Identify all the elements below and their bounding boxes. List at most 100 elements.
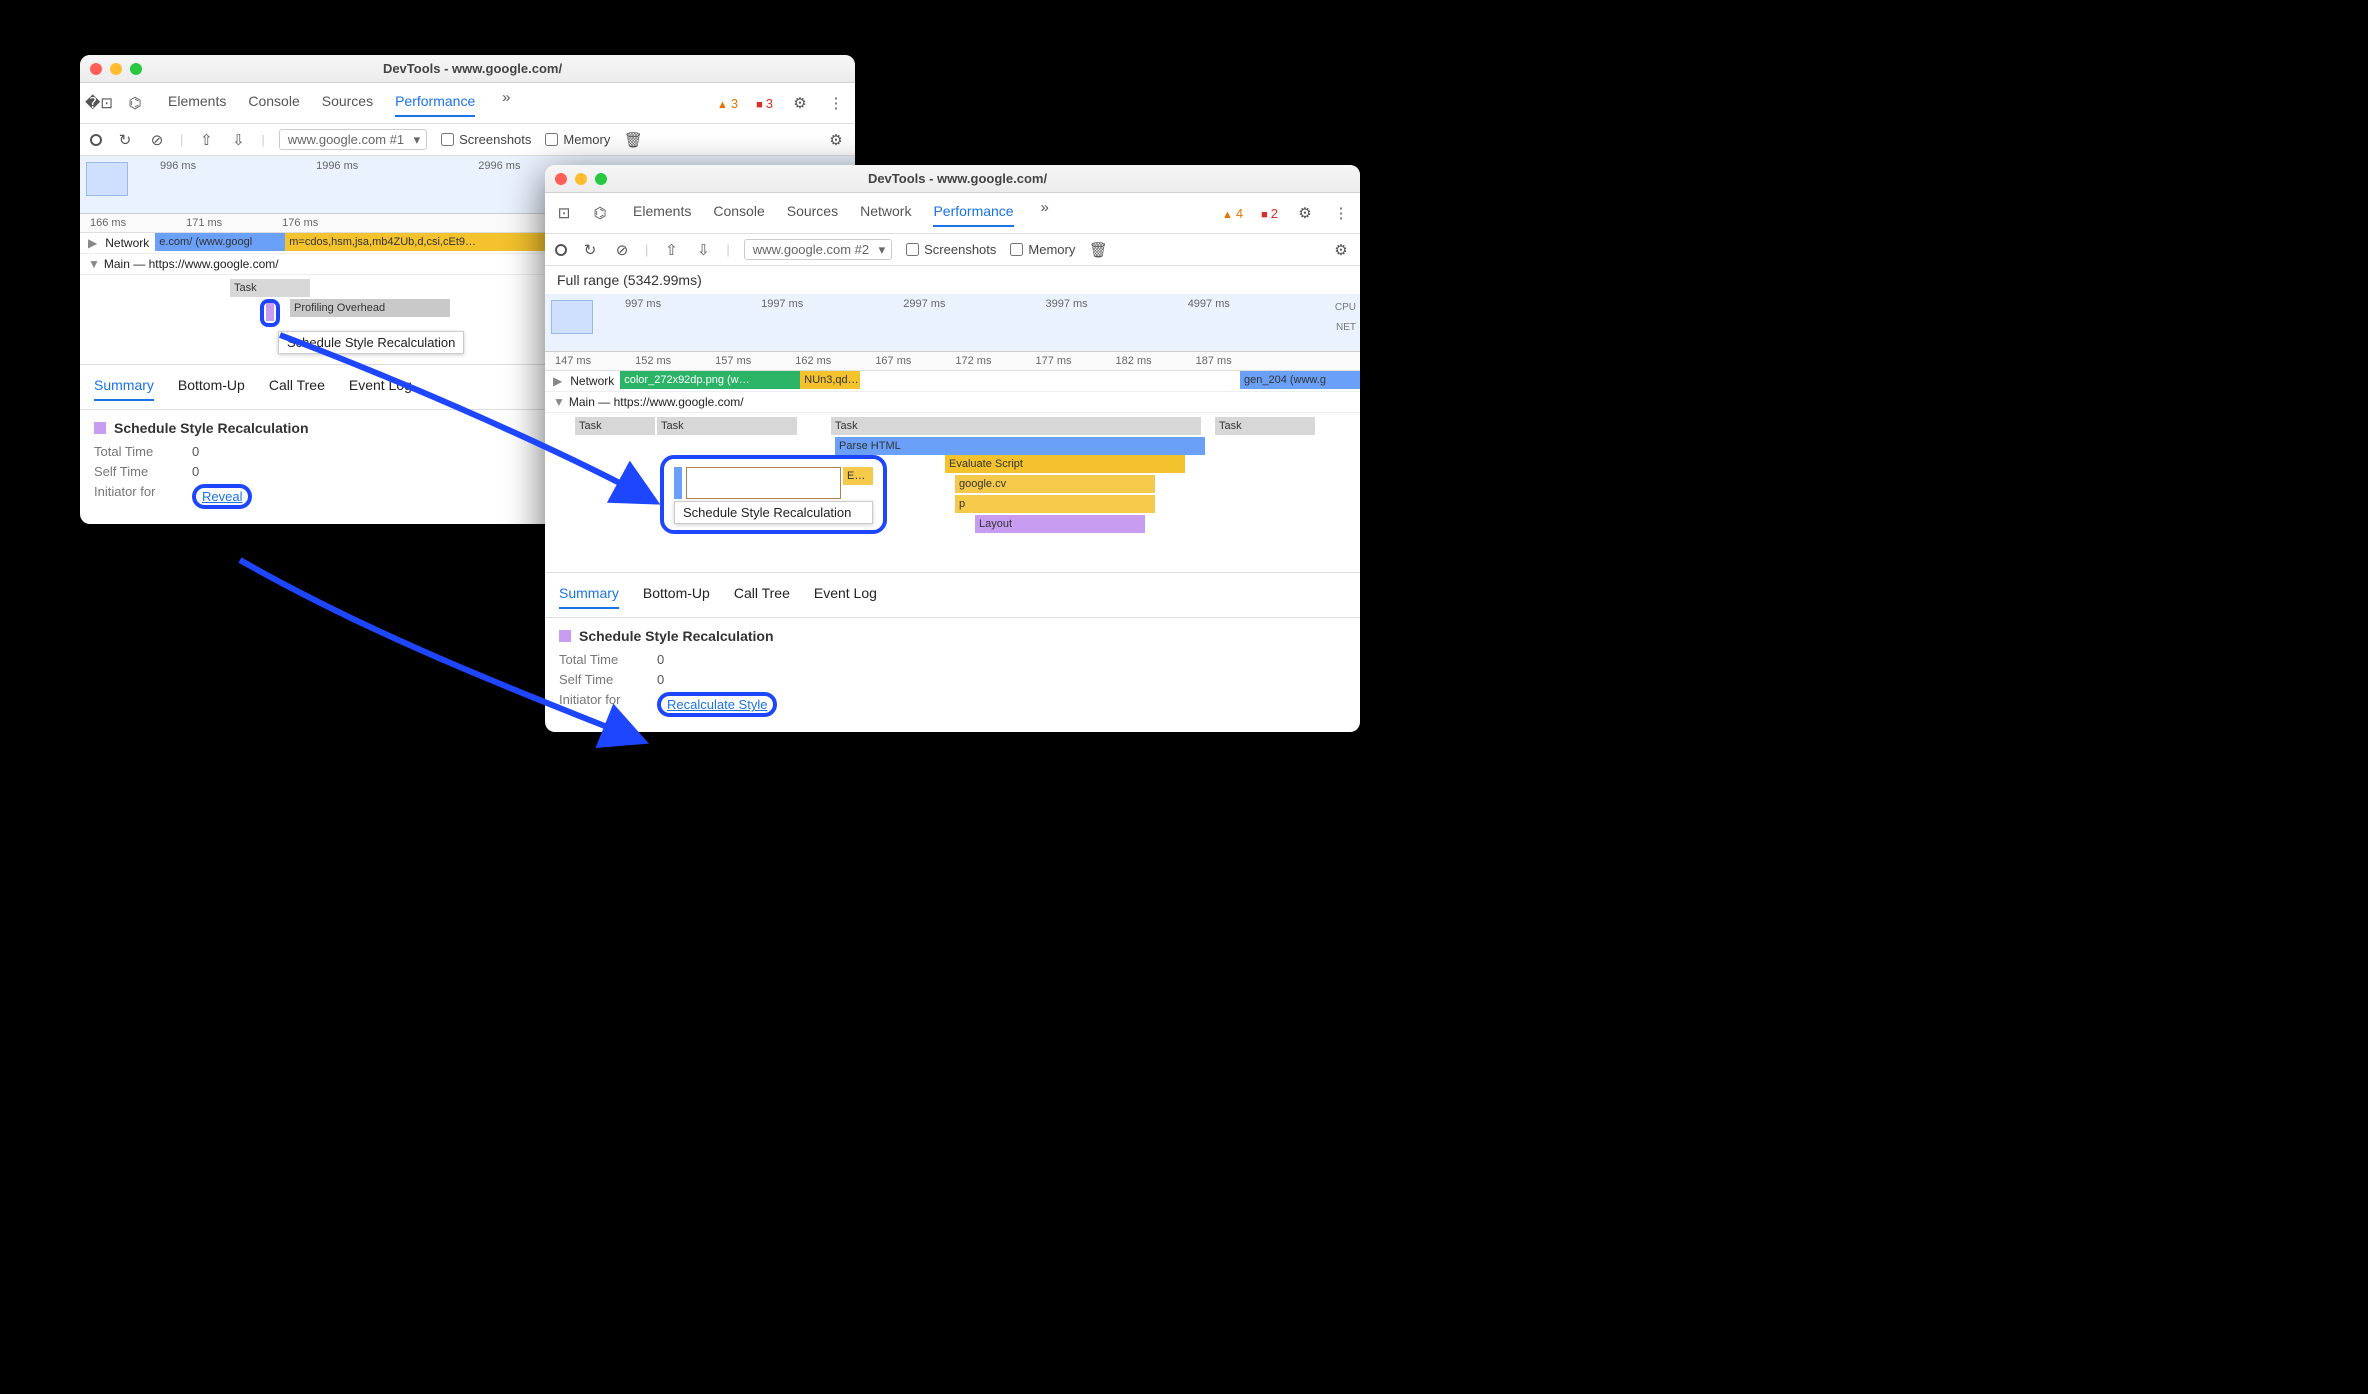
tab-bottomup[interactable]: Bottom-Up: [643, 581, 710, 609]
recording-select[interactable]: www.google.com #1: [279, 129, 427, 150]
reveal-link[interactable]: Reveal: [202, 489, 242, 504]
color-swatch: [559, 630, 571, 642]
inspect-icon[interactable]: ⊡: [555, 204, 573, 222]
tab-performance[interactable]: Performance: [395, 89, 475, 117]
screenshots-checkbox[interactable]: Screenshots: [441, 132, 531, 147]
gear-icon[interactable]: ⚙: [1332, 241, 1350, 259]
titlebar[interactable]: DevTools - www.google.com/: [545, 165, 1360, 193]
kebab-icon[interactable]: ⋮: [1332, 204, 1350, 222]
flame-event[interactable]: E…: [843, 467, 873, 485]
record-button[interactable]: [555, 244, 567, 256]
tab-summary[interactable]: Summary: [559, 581, 619, 609]
flame-task[interactable]: Task: [575, 417, 655, 435]
screenshots-checkbox[interactable]: Screenshots: [906, 242, 996, 257]
tab-summary[interactable]: Summary: [94, 373, 154, 401]
tab-network[interactable]: Network: [860, 199, 911, 227]
tab-elements[interactable]: Elements: [633, 199, 691, 227]
annotation-ring: Recalculate Style: [657, 692, 777, 717]
tab-console[interactable]: Console: [248, 89, 299, 117]
titlebar[interactable]: DevTools - www.google.com/: [80, 55, 855, 83]
tab-eventlog[interactable]: Event Log: [349, 373, 412, 401]
tab-console[interactable]: Console: [713, 199, 764, 227]
flame-tooltip: Schedule Style Recalculation: [278, 331, 464, 354]
network-track[interactable]: ▶ Network color_272x92dp.png (w… NUn3,qd…: [545, 371, 1360, 392]
cpu-label: CPU: [1335, 302, 1356, 313]
network-segment[interactable]: gen_204 (www.g: [1240, 371, 1360, 389]
flame-task[interactable]: Task: [1215, 417, 1315, 435]
recalculate-style-link[interactable]: Recalculate Style: [667, 697, 767, 712]
memory-checkbox[interactable]: Memory: [1010, 242, 1075, 257]
panel-tabs: Elements Console Sources Performance »: [168, 89, 515, 117]
upload-icon[interactable]: ⇧: [662, 241, 680, 259]
gear-icon[interactable]: ⚙: [1296, 204, 1314, 222]
kebab-icon[interactable]: ⋮: [827, 94, 845, 112]
warning-badge[interactable]: 4: [1222, 206, 1243, 221]
flame-eval-script[interactable]: Evaluate Script: [945, 455, 1185, 473]
annotation-target: E… Schedule Style Recalculation: [660, 455, 887, 534]
tab-calltree[interactable]: Call Tree: [269, 373, 325, 401]
flame-parse-html[interactable]: Parse HTML: [835, 437, 1205, 455]
flame-task[interactable]: Task: [657, 417, 797, 435]
upload-icon[interactable]: ⇧: [197, 131, 215, 149]
more-tabs-icon[interactable]: »: [497, 89, 515, 117]
devtools-toolbar: ⊡ ⌬ Elements Console Sources Network Per…: [545, 193, 1360, 234]
clear-icon[interactable]: ⊘: [613, 241, 631, 259]
flame-layout[interactable]: Layout: [975, 515, 1145, 533]
flame-chart[interactable]: Task Task Task Task Parse HTML E… Schedu…: [545, 413, 1360, 573]
tab-bottomup[interactable]: Bottom-Up: [178, 373, 245, 401]
gear-icon[interactable]: ⚙: [791, 94, 809, 112]
panel-tabs: Elements Console Sources Network Perform…: [633, 199, 1054, 227]
flame-tooltip: Schedule Style Recalculation: [674, 501, 873, 524]
download-icon[interactable]: ⇩: [694, 241, 712, 259]
record-button[interactable]: [90, 134, 102, 146]
reload-icon[interactable]: ↻: [581, 241, 599, 259]
tab-eventlog[interactable]: Event Log: [814, 581, 877, 609]
gear-icon[interactable]: ⚙: [827, 131, 845, 149]
flame-profiling[interactable]: Profiling Overhead: [290, 299, 450, 317]
network-segment[interactable]: color_272x92dp.png (w…: [620, 371, 800, 389]
tab-sources[interactable]: Sources: [787, 199, 838, 227]
self-time-value: 0: [657, 672, 664, 687]
total-time-value: 0: [192, 444, 199, 459]
warning-badge[interactable]: 3: [717, 96, 738, 111]
timeline-overview[interactable]: 997 ms1997 ms2997 ms3997 ms4997 ms CPU N…: [545, 294, 1360, 352]
memory-checkbox[interactable]: Memory: [545, 132, 610, 147]
inspect-icon[interactable]: �⊡: [90, 94, 108, 112]
trash-icon[interactable]: 🗑: [624, 131, 642, 149]
flame-task[interactable]: Task: [230, 279, 310, 297]
flame-event[interactable]: [266, 303, 274, 321]
issue-badge[interactable]: 3: [756, 96, 773, 111]
tab-performance[interactable]: Performance: [933, 199, 1013, 227]
device-icon[interactable]: ⌬: [591, 204, 609, 222]
device-icon[interactable]: ⌬: [126, 94, 144, 112]
performance-toolbar: ↻ ⊘ | ⇧ ⇩ | www.google.com #2 Screenshot…: [545, 234, 1360, 266]
error-badge[interactable]: 2: [1261, 206, 1278, 221]
download-icon[interactable]: ⇩: [229, 131, 247, 149]
annotation-ring: Reveal: [192, 484, 252, 509]
performance-toolbar: ↻ ⊘ | ⇧ ⇩ | www.google.com #1 Screenshot…: [80, 124, 855, 156]
range-label: Full range (5342.99ms): [545, 266, 1360, 294]
main-track-label: Main — https://www.google.com/: [104, 257, 279, 271]
clear-icon[interactable]: ⊘: [148, 131, 166, 149]
more-tabs-icon[interactable]: »: [1036, 199, 1054, 227]
network-segment[interactable]: e.com/ (www.googl: [155, 233, 285, 251]
network-segment[interactable]: NUn3,qd…: [800, 371, 860, 389]
recording-select[interactable]: www.google.com #2: [744, 239, 892, 260]
flame-function[interactable]: google.cv: [955, 475, 1155, 493]
main-track-header[interactable]: ▼ Main — https://www.google.com/: [545, 392, 1360, 413]
flame-function[interactable]: p: [955, 495, 1155, 513]
flame-task[interactable]: Task: [831, 417, 1201, 435]
ruler[interactable]: 147 ms152 ms157 ms 162 ms167 ms172 ms 17…: [545, 352, 1360, 371]
total-time-value: 0: [657, 652, 664, 667]
tab-calltree[interactable]: Call Tree: [734, 581, 790, 609]
network-label: Network: [570, 374, 620, 388]
reload-icon[interactable]: ↻: [116, 131, 134, 149]
annotation-source: [260, 299, 280, 327]
summary-panel: Schedule Style Recalculation Total Time0…: [545, 618, 1360, 732]
tab-elements[interactable]: Elements: [168, 89, 226, 117]
net-label: NET: [1336, 322, 1356, 333]
tab-sources[interactable]: Sources: [322, 89, 373, 117]
event-title: Schedule Style Recalculation: [114, 420, 309, 436]
trash-icon[interactable]: 🗑: [1089, 241, 1107, 259]
overview-times: 997 ms1997 ms2997 ms3997 ms4997 ms: [625, 298, 1230, 310]
